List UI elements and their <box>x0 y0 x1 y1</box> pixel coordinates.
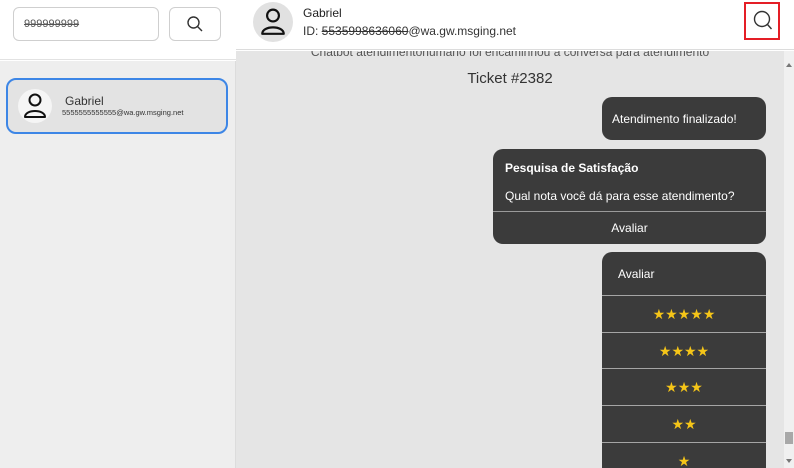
app: Gabriel 5555555555555@wa.gw.msging.net G… <box>0 0 794 468</box>
scroll-up-arrow-icon[interactable] <box>786 63 792 67</box>
avatar <box>18 89 52 123</box>
contact-list: Gabriel 5555555555555@wa.gw.msging.net <box>0 61 236 468</box>
survey-title: Pesquisa de Satisfação <box>505 161 639 175</box>
id-prefix: ID: <box>303 24 322 38</box>
survey-rate-button[interactable]: Avaliar <box>493 212 766 244</box>
star-rating: ★ <box>677 452 691 468</box>
chat-contact-id: ID: 5535998636060@wa.gw.msging.net <box>303 24 516 38</box>
scroll-thumb[interactable] <box>785 432 793 444</box>
rating-option-3[interactable]: ★★★ <box>602 368 766 404</box>
survey-message: Pesquisa de Satisfação Qual nota você dá… <box>493 149 766 244</box>
avatar <box>253 2 293 42</box>
contact-name: Gabriel <box>65 94 104 108</box>
rating-message: Avaliar ★★★★★ ★★★★ ★★★ ★★ ★ <box>602 252 766 468</box>
survey-question: Qual nota você dá para esse atendimento? <box>505 189 735 203</box>
star-rating: ★★★★ <box>658 342 710 359</box>
star-rating: ★★ <box>671 415 697 432</box>
chat-scrollbar[interactable] <box>784 51 794 468</box>
rating-option-4[interactable]: ★★★★ <box>602 332 766 368</box>
star-rating: ★★★★★ <box>652 305 716 322</box>
contact-search-button[interactable] <box>169 7 221 41</box>
id-number: 5535998636060 <box>321 24 409 38</box>
sidebar-header <box>0 0 236 60</box>
contact-subtitle: 5555555555555@wa.gw.msging.net <box>62 108 184 117</box>
id-domain: @wa.gw.msging.net <box>408 24 517 38</box>
rating-title: Avaliar <box>618 267 655 281</box>
message-finished: Atendimento finalizado! <box>602 97 766 140</box>
message-text: Atendimento finalizado! <box>612 111 737 126</box>
chat-messages: Chatbot atendimentohumano foi encaminhou… <box>236 51 784 468</box>
rating-option-2[interactable]: ★★ <box>602 405 766 441</box>
chat-search-button[interactable] <box>744 2 780 40</box>
chat-contact-name: Gabriel <box>303 6 342 20</box>
chat-header: Gabriel ID: 5535998636060@wa.gw.msging.n… <box>236 0 794 50</box>
system-message: Chatbot atendimentohumano foi encaminhou… <box>310 51 710 59</box>
rating-option-5[interactable]: ★★★★★ <box>602 295 766 331</box>
user-icon <box>261 8 285 35</box>
scroll-down-arrow-icon[interactable] <box>786 459 792 463</box>
search-icon <box>187 16 203 32</box>
star-rating: ★★★ <box>665 378 703 395</box>
ticket-label: Ticket #2382 <box>467 70 553 87</box>
contact-item[interactable]: Gabriel 5555555555555@wa.gw.msging.net <box>6 78 228 134</box>
rating-option-1[interactable]: ★ <box>602 442 766 468</box>
contact-search-input[interactable] <box>13 7 159 41</box>
search-icon <box>753 10 773 30</box>
user-icon <box>24 93 46 118</box>
